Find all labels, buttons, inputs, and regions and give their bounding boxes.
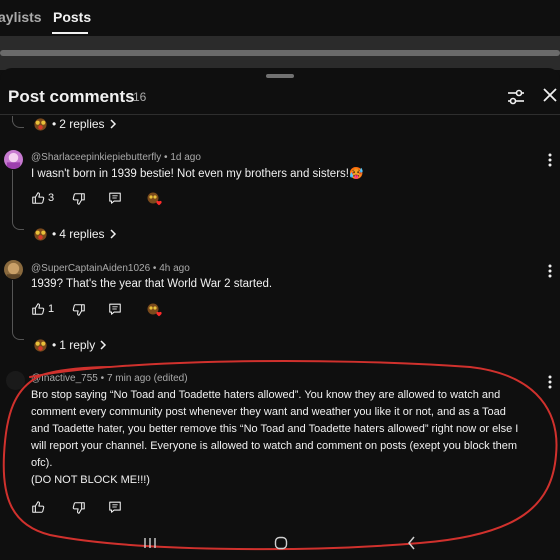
creator-heart-icon xyxy=(147,192,162,206)
replies-count: 1 reply xyxy=(59,338,96,352)
reply-comment-icon xyxy=(109,303,121,315)
like-button[interactable]: 3 xyxy=(31,190,54,206)
comment-text: Bro stop saying “No Toad and Toadette ha… xyxy=(31,389,519,486)
dislike-button[interactable] xyxy=(72,191,86,207)
drag-handle[interactable] xyxy=(266,74,294,78)
like-count: 3 xyxy=(48,192,55,204)
creator-avatar-icon xyxy=(34,117,47,131)
replies-count: 2 replies xyxy=(59,117,105,131)
creator-avatar-icon xyxy=(34,338,47,352)
comment-time: 7 min ago (edited) xyxy=(106,373,188,384)
home-icon[interactable] xyxy=(274,536,288,550)
thumbs-down-icon xyxy=(72,193,85,205)
reply-button[interactable] xyxy=(108,499,122,515)
replies-count: 4 replies xyxy=(59,227,105,241)
background-content xyxy=(0,36,560,70)
author-handle[interactable]: @SuperCaptainAiden1026 xyxy=(31,263,150,274)
thumbs-up-icon xyxy=(32,303,45,315)
avatar[interactable] xyxy=(6,371,25,390)
author-handle[interactable]: @Sharlaceepinkiepiebutterfly xyxy=(31,152,161,163)
thread-line xyxy=(12,280,13,330)
comment-meta: @Inactive_755 • 7 min ago (edited) xyxy=(31,373,188,384)
like-button[interactable] xyxy=(31,499,45,515)
more-vertical-icon[interactable] xyxy=(548,264,552,278)
filter-sliders-icon[interactable] xyxy=(506,87,526,107)
more-vertical-icon[interactable] xyxy=(548,153,552,167)
channel-tabs: aylists Posts xyxy=(0,0,560,36)
like-count: 1 xyxy=(48,303,55,315)
chevron-right-icon xyxy=(100,340,107,350)
like-button[interactable]: 1 xyxy=(31,301,54,317)
comment-meta: @Sharlaceepinkiepiebutterfly • 1d ago xyxy=(31,152,201,163)
dislike-button[interactable] xyxy=(72,500,86,516)
avatar[interactable] xyxy=(4,150,23,169)
thumbs-up-icon xyxy=(32,192,45,204)
thumbs-down-icon xyxy=(72,304,85,316)
comment-text: I wasn't born in 1939 bestie! Not even m… xyxy=(31,168,364,180)
reply-comment-icon xyxy=(109,501,121,513)
reply-comment-icon xyxy=(109,192,121,204)
close-icon[interactable] xyxy=(542,87,558,103)
dislike-button[interactable] xyxy=(72,302,86,318)
creator-avatar-icon xyxy=(34,227,47,241)
comment-count: 16 xyxy=(133,90,147,104)
creator-heart-icon xyxy=(147,303,162,317)
thread-line xyxy=(12,170,13,220)
chevron-right-icon xyxy=(110,119,116,129)
tab-playlists[interactable]: aylists xyxy=(0,9,42,25)
comment-time: 1d ago xyxy=(170,152,201,163)
view-replies-button[interactable]: • 2 replies xyxy=(33,115,117,133)
reply-button[interactable] xyxy=(108,301,122,317)
thumbs-down-icon xyxy=(72,502,85,514)
comment-time: 4h ago xyxy=(159,263,190,274)
thumbs-up-icon xyxy=(32,501,45,513)
view-replies-button[interactable]: • 4 replies xyxy=(33,225,117,243)
back-icon[interactable] xyxy=(407,536,416,550)
tab-posts[interactable]: Posts xyxy=(53,9,91,25)
reply-button[interactable] xyxy=(108,190,122,206)
chevron-right-icon xyxy=(110,229,116,239)
recents-icon[interactable] xyxy=(143,537,157,549)
comment-meta: @SuperCaptainAiden1026 • 4h ago xyxy=(31,263,190,274)
author-handle[interactable]: @Inactive_755 xyxy=(31,373,98,384)
view-replies-button[interactable]: • 1 reply xyxy=(33,336,107,354)
comment-text: 1939? That's the year that World War 2 s… xyxy=(31,278,273,290)
avatar[interactable] xyxy=(4,260,23,279)
sheet-title: Post comments xyxy=(8,87,135,106)
active-tab-indicator xyxy=(52,32,88,34)
